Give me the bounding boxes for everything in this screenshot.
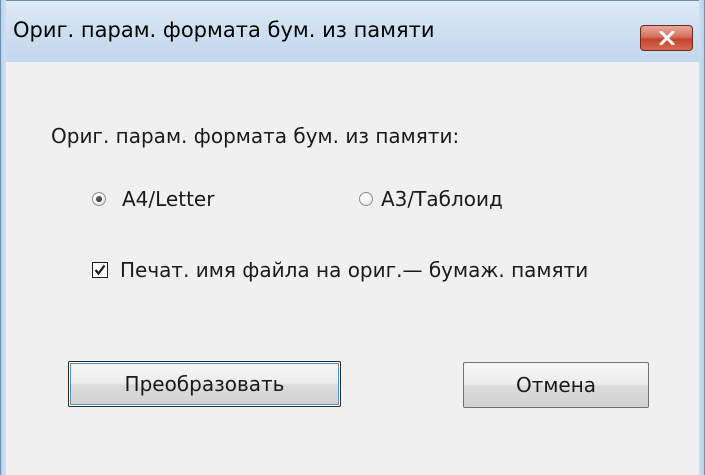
close-button[interactable] xyxy=(640,25,693,51)
convert-button[interactable]: Преобразовать xyxy=(68,361,341,407)
print-filename-label[interactable]: Печат. имя файла на ориг.— бумаж. памяти xyxy=(120,258,588,282)
dialog-window: Ориг. парам. формата бум. из памяти Ориг… xyxy=(0,0,705,475)
title-bar[interactable]: Ориг. парам. формата бум. из памяти xyxy=(0,0,705,62)
paper-format-prompt: Ориг. парам. формата бум. из памяти: xyxy=(51,124,460,148)
radio-label-a4-letter[interactable]: A4/Letter xyxy=(122,187,214,211)
window-title: Ориг. парам. формата бум. из памяти xyxy=(13,18,435,42)
radio-label-a3-tabloid[interactable]: A3/Таблоид xyxy=(381,187,503,211)
checkmark-icon xyxy=(94,264,106,276)
close-icon xyxy=(659,31,675,45)
radio-selected-dot xyxy=(96,196,102,202)
radio-a4-letter[interactable] xyxy=(92,192,106,206)
cancel-button[interactable]: Отмена xyxy=(463,362,649,408)
window-frame-right xyxy=(699,0,705,475)
print-filename-checkbox[interactable] xyxy=(92,262,108,278)
radio-a3-tabloid[interactable] xyxy=(359,192,373,206)
dialog-body: Ориг. парам. формата бум. из памяти: A4/… xyxy=(6,62,699,475)
